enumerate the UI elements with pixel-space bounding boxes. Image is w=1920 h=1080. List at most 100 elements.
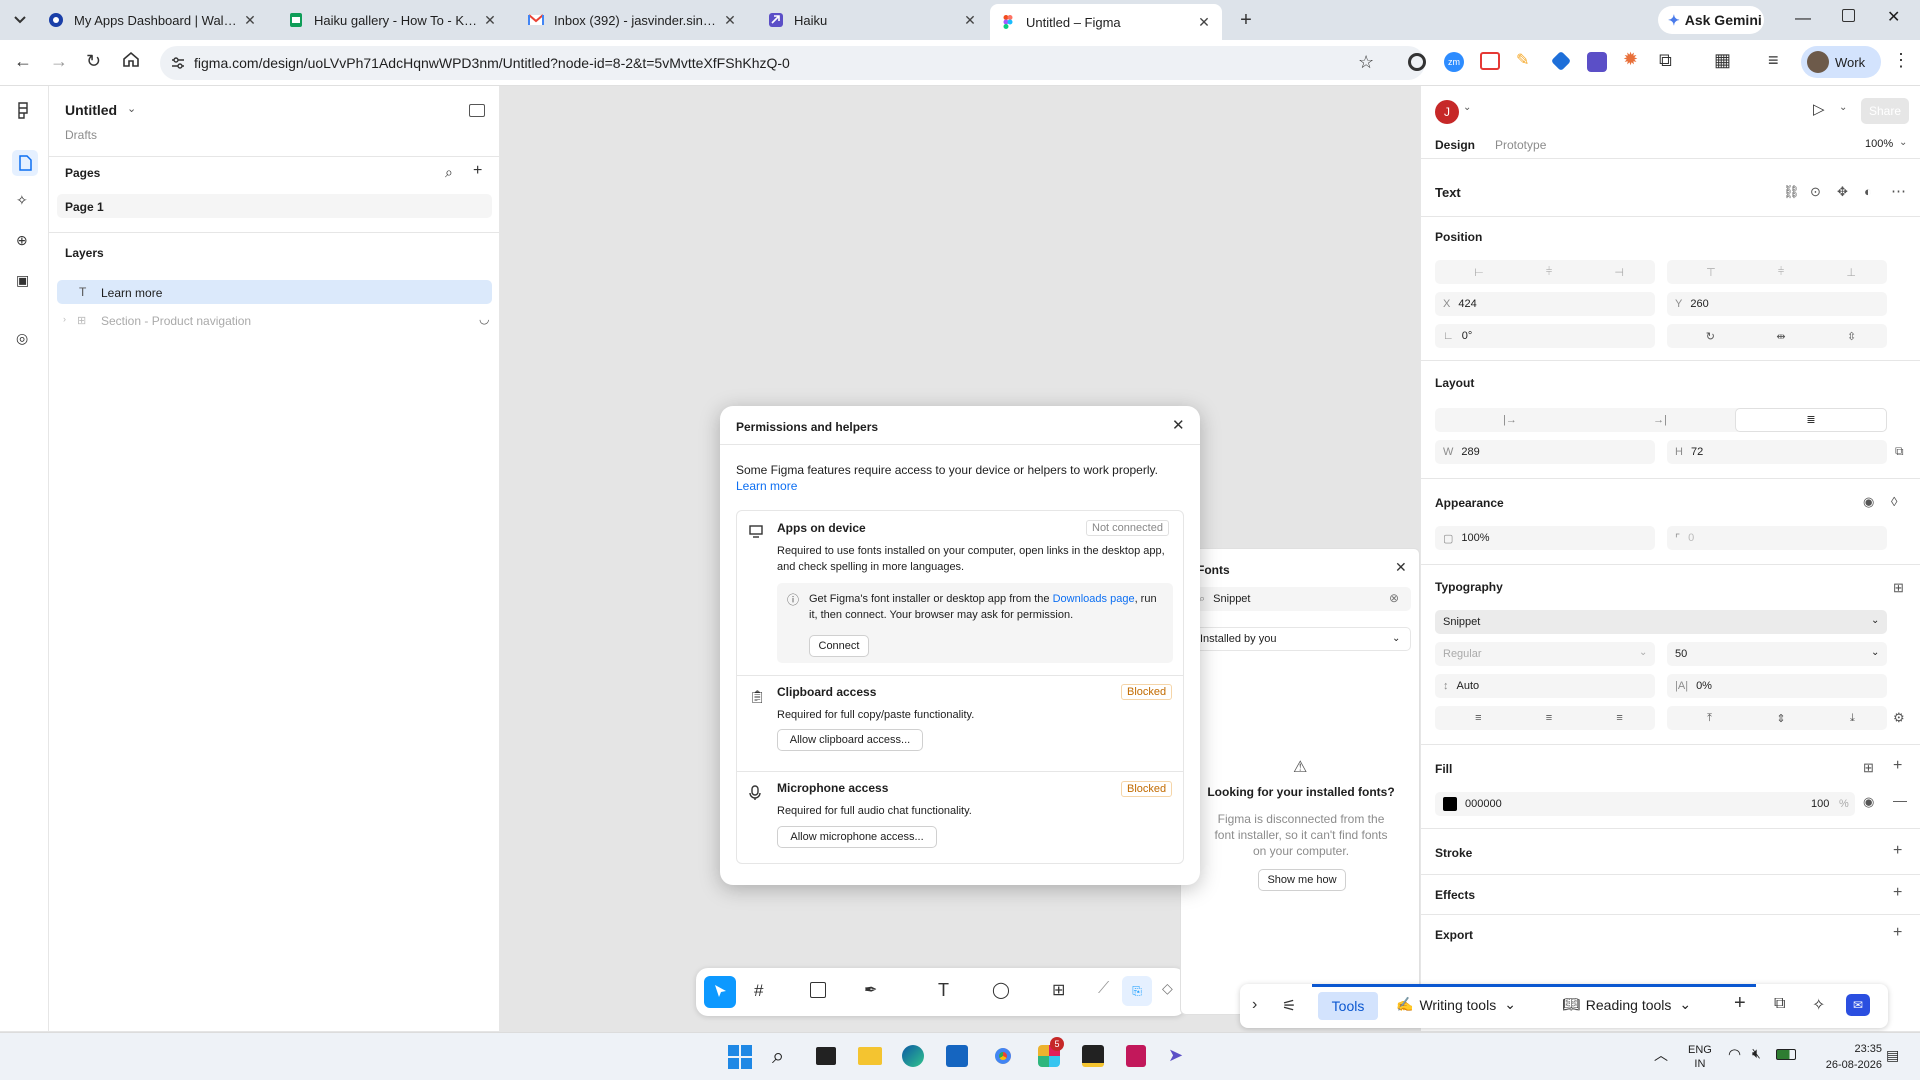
- clear-search-icon[interactable]: ⊗: [1389, 591, 1399, 605]
- file-location[interactable]: Drafts: [65, 128, 97, 142]
- more-menu-icon[interactable]: ⋮: [1892, 50, 1910, 71]
- vertical-align-group[interactable]: ⊤ ⫩ ⊥: [1667, 260, 1887, 284]
- battery-icon[interactable]: [1776, 1049, 1796, 1060]
- reading-tools-button[interactable]: 📖︎ Reading tools ⌄: [1562, 996, 1691, 1013]
- text-align-left-icon[interactable]: ≡: [1475, 712, 1481, 724]
- forward-button[interactable]: →: [50, 51, 68, 72]
- blend-mode-icon[interactable]: ◊: [1891, 494, 1897, 509]
- home-button[interactable]: [122, 50, 140, 68]
- add-page-button[interactable]: +: [473, 162, 482, 180]
- font-weight-select[interactable]: Regular ⌄: [1435, 642, 1655, 666]
- align-left-icon[interactable]: ⊢: [1474, 266, 1484, 279]
- line-height-field[interactable]: ↕ Auto: [1435, 674, 1655, 698]
- zoom-level[interactable]: 100%: [1865, 138, 1893, 150]
- corner-radius-field[interactable]: ⌜ 0: [1667, 526, 1887, 550]
- chevron-up-icon[interactable]: ︿: [1654, 1045, 1668, 1065]
- font-size-select[interactable]: 50 ⌄: [1667, 642, 1887, 666]
- letter-spacing-field[interactable]: |A| 0%: [1667, 674, 1887, 698]
- haiku-extension-icon[interactable]: [1587, 52, 1607, 72]
- capture-icon[interactable]: ⧉: [1774, 995, 1785, 1013]
- show-me-how-button[interactable]: Show me how: [1258, 869, 1346, 891]
- back-button[interactable]: ←: [14, 51, 32, 72]
- add-fill-button[interactable]: +: [1893, 757, 1902, 775]
- text-align-middle-icon[interactable]: ⇕: [1776, 712, 1785, 725]
- width-field[interactable]: W 289: [1435, 440, 1655, 464]
- assets-icon[interactable]: ✧: [16, 192, 28, 209]
- chevron-down-icon[interactable]: ⌄: [1463, 102, 1471, 113]
- allow-microphone-button[interactable]: Allow microphone access...: [777, 826, 937, 848]
- y-field[interactable]: Y 260: [1667, 292, 1887, 316]
- rotation-field[interactable]: ∟ 0°: [1435, 324, 1655, 348]
- share-button[interactable]: Share: [1861, 98, 1909, 124]
- fixed-width-icon[interactable]: |→: [1435, 408, 1585, 432]
- text-align-group[interactable]: ≡ ≡ ≡: [1435, 706, 1655, 730]
- ask-gemini-button[interactable]: ✦ Ask Gemini: [1658, 6, 1764, 34]
- add-effect-button[interactable]: +: [1893, 884, 1902, 902]
- tab-figma[interactable]: Untitled – Figma ✕: [990, 4, 1222, 40]
- new-tab-button[interactable]: +: [1234, 8, 1258, 32]
- avatar[interactable]: J: [1435, 100, 1459, 124]
- chevron-down-icon[interactable]: ⌄: [1839, 102, 1847, 113]
- type-styles-icon[interactable]: ⊞: [1893, 580, 1904, 596]
- tab-gmail[interactable]: Inbox (392) - jasvinder.singh@v ✕: [518, 4, 748, 36]
- close-icon[interactable]: ✕: [482, 12, 498, 29]
- component-icon[interactable]: ✥: [1837, 184, 1848, 200]
- extension-icon[interactable]: [1408, 53, 1426, 71]
- reload-button[interactable]: ↻: [86, 51, 101, 72]
- language-indicator[interactable]: ENG IN: [1688, 1043, 1712, 1071]
- style-icon[interactable]: ⊙: [1810, 184, 1821, 200]
- constraints-icon[interactable]: ⧉: [1895, 444, 1904, 459]
- align-bottom-icon[interactable]: ⊥: [1846, 266, 1856, 279]
- close-icon[interactable]: ✕: [242, 12, 258, 29]
- close-icon[interactable]: ✕: [962, 12, 978, 29]
- tools-button[interactable]: Tools: [1318, 992, 1378, 1020]
- extension-icon[interactable]: [1550, 50, 1572, 72]
- store-icon[interactable]: [946, 1045, 968, 1067]
- present-play-icon[interactable]: ▷: [1813, 100, 1825, 118]
- magic-wand-icon[interactable]: ✧: [1812, 995, 1825, 1015]
- shape-tool-icon[interactable]: [810, 982, 826, 998]
- apps-grid-icon[interactable]: ▦: [1714, 50, 1731, 71]
- tab-walkme[interactable]: My Apps Dashboard | WalkMe ✕: [38, 4, 268, 36]
- downloads-page-link[interactable]: Downloads page: [1053, 593, 1135, 605]
- transform-group[interactable]: ↻ ⇹ ⇳: [1667, 324, 1887, 348]
- layer-item[interactable]: › ⊞ Section - Product navigation ◡: [57, 308, 492, 332]
- search-pages-icon[interactable]: ⌕: [445, 164, 453, 181]
- text-tool-icon[interactable]: T: [938, 980, 949, 1001]
- tab-prototype[interactable]: Prototype: [1495, 138, 1546, 152]
- learn-more-link[interactable]: Learn more: [736, 479, 797, 493]
- figma-menu-icon[interactable]: [15, 102, 31, 120]
- start-icon[interactable]: [728, 1045, 752, 1069]
- height-field[interactable]: H 72: [1667, 440, 1887, 464]
- horizontal-align-group[interactable]: ⊢ ⫩ ⊣: [1435, 260, 1655, 284]
- comment-tool-icon[interactable]: ◯: [992, 980, 1010, 1000]
- chevron-down-icon[interactable]: ⌄: [1899, 137, 1907, 148]
- expand-icon[interactable]: ›: [63, 314, 66, 324]
- add-export-button[interactable]: +: [1893, 924, 1902, 942]
- sticky-notes-icon[interactable]: [1082, 1045, 1104, 1067]
- close-icon[interactable]: ✕: [1395, 559, 1407, 576]
- page-item[interactable]: Page 1: [57, 194, 492, 218]
- code-icon[interactable]: ◇: [1162, 980, 1173, 997]
- plugins-icon[interactable]: ▣: [16, 272, 29, 289]
- writing-tools-button[interactable]: ✍ Writing tools ⌄: [1396, 996, 1516, 1013]
- bookmark-star-icon[interactable]: ☆: [1358, 52, 1374, 73]
- align-middle-icon[interactable]: ⫩: [1778, 266, 1784, 279]
- fill-row[interactable]: 000000 100 %: [1435, 792, 1855, 816]
- font-search-input[interactable]: ⌕ Snippet ⊗: [1191, 587, 1411, 611]
- wifi-icon[interactable]: ◠: [1728, 1045, 1741, 1063]
- tab-haiku-gallery[interactable]: Haiku gallery - How To - Keywo ✕: [278, 4, 508, 36]
- settings-sliders-icon[interactable]: ⚟: [1282, 996, 1296, 1016]
- text-align-top-icon[interactable]: ⤒: [1707, 712, 1712, 725]
- remove-fill-button[interactable]: —: [1893, 792, 1907, 808]
- task-view-icon[interactable]: [816, 1047, 836, 1065]
- site-info-icon[interactable]: [170, 55, 186, 71]
- file-icon[interactable]: [12, 150, 38, 176]
- file-explorer-icon[interactable]: [858, 1047, 882, 1065]
- close-icon[interactable]: ✕: [722, 12, 738, 29]
- opacity-field[interactable]: ▢ 100%: [1435, 526, 1655, 550]
- move-tool-button[interactable]: [704, 976, 736, 1008]
- text-align-right-icon[interactable]: ≡: [1616, 712, 1622, 724]
- layer-item-selected[interactable]: T Learn more: [57, 280, 492, 304]
- resizing-group[interactable]: |→ →| ≣: [1435, 408, 1887, 432]
